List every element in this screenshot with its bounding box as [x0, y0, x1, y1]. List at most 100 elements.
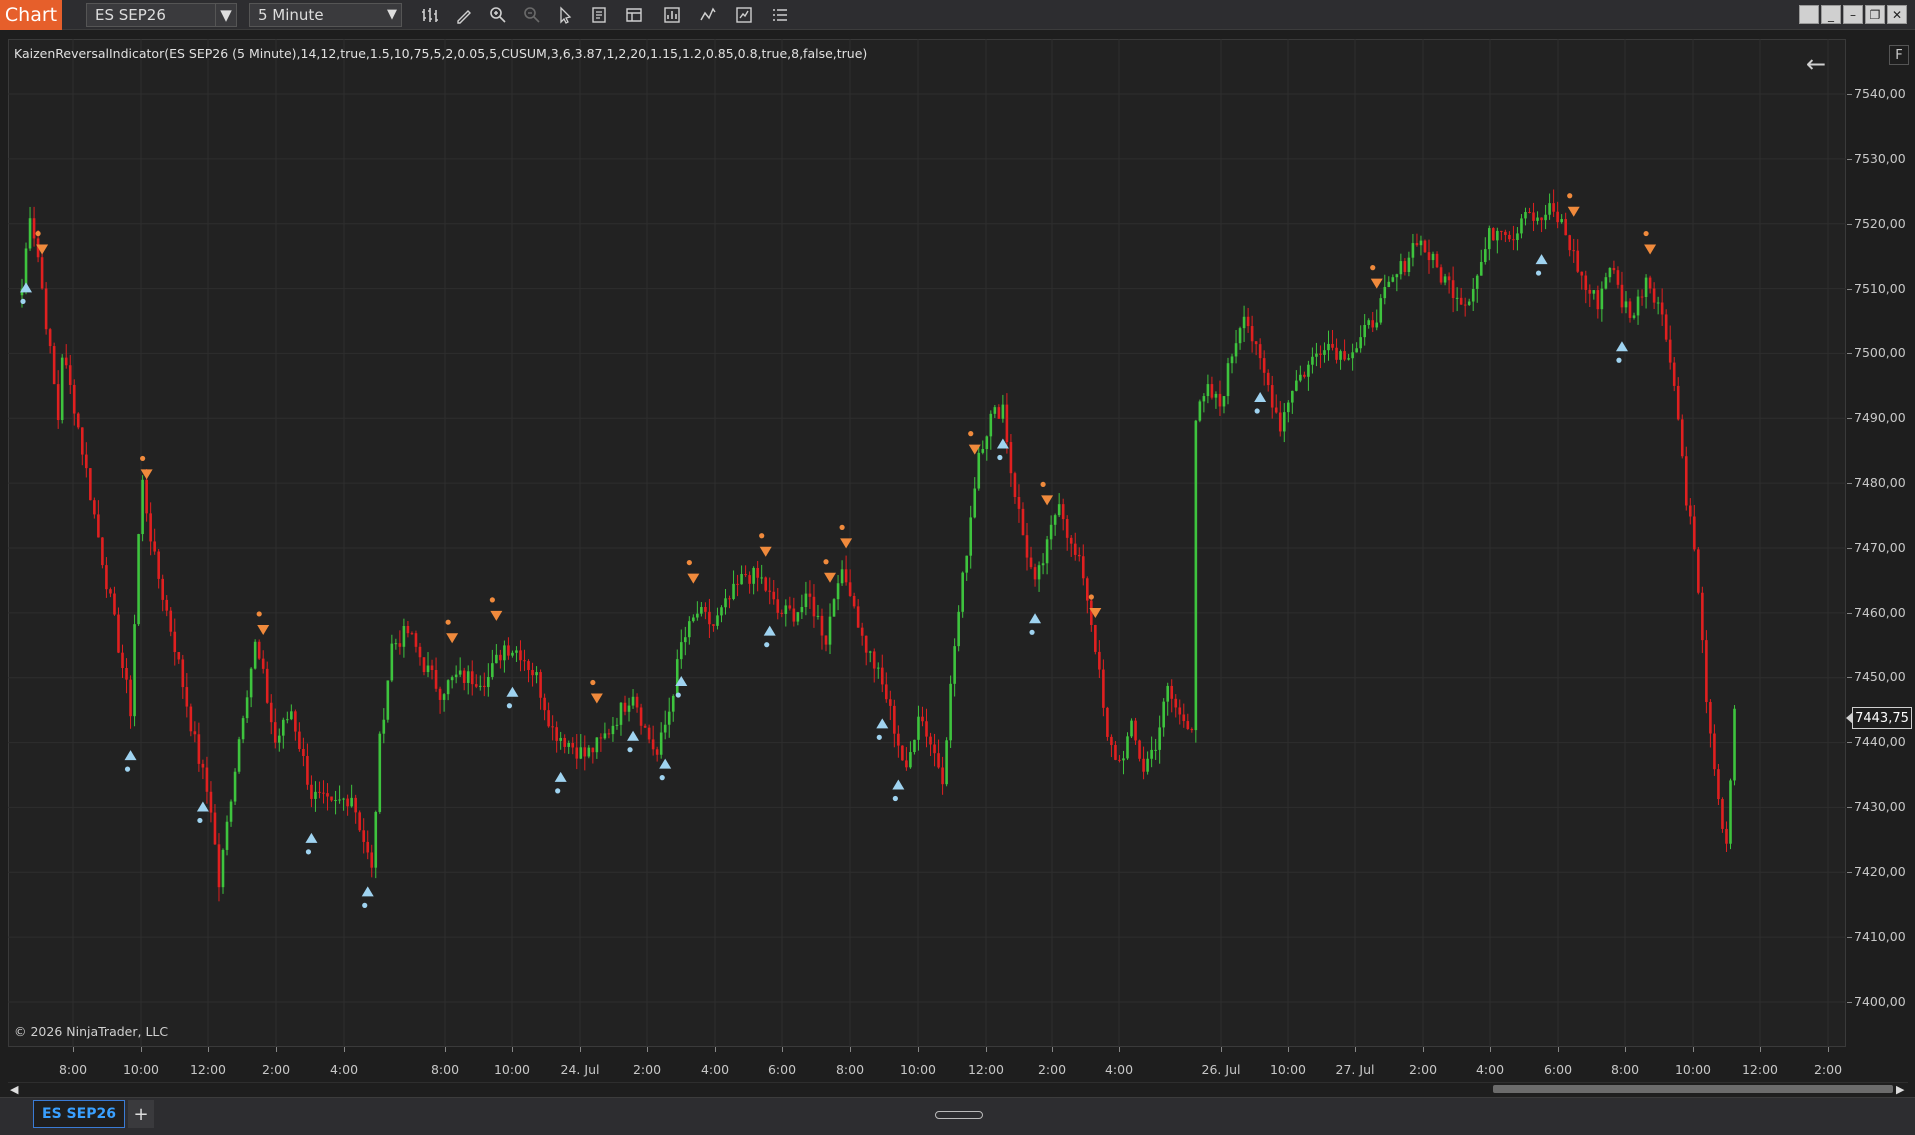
price-tick-mark: [1847, 548, 1852, 549]
time-tick-mark: [918, 1047, 919, 1052]
resize-grip[interactable]: [935, 1111, 983, 1119]
f-button[interactable]: F: [1889, 45, 1909, 65]
candle-body: [201, 763, 205, 768]
price-tick-label: 7540,00: [1854, 86, 1906, 101]
bar-type-icon[interactable]: [419, 4, 441, 26]
candle-body: [864, 635, 868, 653]
candle-body: [1303, 374, 1306, 377]
candle-body: [189, 706, 193, 732]
candle-body: [1391, 277, 1395, 282]
candle-body: [1544, 214, 1547, 221]
candle-body: [563, 737, 566, 747]
restore-button[interactable]: ❐: [1865, 5, 1885, 24]
candle-body: [1315, 353, 1318, 357]
candle-body: [193, 731, 197, 735]
candle-body: [1114, 745, 1117, 760]
scroll-left-icon[interactable]: ◀: [10, 1083, 22, 1096]
time-tick-mark: [580, 1047, 581, 1052]
minimize-button[interactable]: _: [1821, 5, 1841, 24]
layout-button[interactable]: [1799, 5, 1819, 24]
candle-body: [1254, 341, 1258, 345]
candle-body: [1668, 339, 1672, 363]
candle-body: [1182, 714, 1186, 722]
candle-body: [535, 672, 538, 676]
price-tick-label: 7400,00: [1854, 994, 1906, 1009]
candle-body: [692, 617, 695, 622]
scroll-right-icon[interactable]: ▶: [1896, 1083, 1908, 1096]
close-button[interactable]: ✕: [1887, 5, 1907, 24]
candle-body: [671, 695, 675, 712]
tab-es-sep26[interactable]: ES SEP26: [33, 1100, 125, 1128]
time-tick-label: 2:00: [1037, 1062, 1067, 1077]
candle-body: [1592, 290, 1596, 294]
candle-body: [1676, 385, 1680, 420]
candle-body: [651, 739, 655, 750]
zoom-out-icon[interactable]: [521, 4, 543, 26]
candle-body: [1086, 578, 1089, 601]
candle-body: [253, 641, 257, 669]
candle-body: [1291, 390, 1294, 403]
candle-body: [503, 645, 506, 661]
candle-body: [491, 663, 494, 677]
time-tick-mark: [512, 1047, 513, 1052]
price-tick-label: 7530,00: [1854, 151, 1906, 166]
zoom-in-icon[interactable]: [487, 4, 509, 26]
instrument-dropdown-button[interactable]: ▼: [215, 3, 237, 27]
candle-body: [370, 852, 374, 868]
back-arrow-icon[interactable]: ←: [1806, 50, 1826, 78]
pointer-icon[interactable]: [555, 4, 577, 26]
candle-body: [889, 699, 892, 706]
candle-body: [1479, 261, 1483, 276]
price-tick-mark: [1847, 872, 1852, 873]
add-tab-button[interactable]: +: [128, 1100, 154, 1128]
candle-body: [282, 719, 285, 736]
chart-trader-icon[interactable]: [769, 4, 791, 26]
candle-body: [1206, 384, 1210, 397]
sell-signal-dot: [445, 619, 451, 625]
candle-body: [981, 449, 985, 453]
candle-body: [740, 574, 743, 585]
candle-body: [237, 739, 241, 772]
candle-body: [993, 407, 997, 414]
buy-signal-dot: [659, 775, 665, 781]
minimize-window-button[interactable]: –: [1843, 5, 1863, 24]
time-tick-mark: [1119, 1047, 1120, 1052]
strategy-icon[interactable]: [661, 4, 683, 26]
candle-body: [1620, 284, 1624, 308]
candle-body: [1029, 557, 1033, 568]
candle-body: [579, 747, 583, 759]
candle-body: [1407, 257, 1411, 272]
candle-body: [426, 665, 430, 673]
data-box-icon[interactable]: [589, 4, 611, 26]
price-tick-mark: [1847, 807, 1852, 808]
copyright-text: © 2026 NinjaTrader, LLC: [14, 1024, 169, 1039]
candle-body: [1411, 243, 1415, 258]
draw-tool-icon[interactable]: [453, 4, 475, 26]
buy-signal-dot: [764, 642, 770, 648]
candle-body: [105, 565, 108, 590]
candle-body: [1130, 720, 1133, 737]
buy-signal-dot: [20, 298, 26, 304]
price-chart-canvas[interactable]: [8, 39, 1846, 1047]
candle-body: [346, 798, 349, 807]
buy-signal-arrow: [305, 832, 318, 843]
candle-body: [326, 793, 329, 797]
candle-body: [724, 598, 727, 608]
templates-icon[interactable]: [733, 4, 755, 26]
price-tick-label: 7440,00: [1854, 734, 1906, 749]
indicator-icon[interactable]: [697, 4, 719, 26]
candle-body: [1483, 249, 1487, 262]
candle-body: [1379, 298, 1383, 323]
candle-body: [1198, 401, 1202, 421]
candle-body: [418, 646, 422, 658]
properties-icon[interactable]: [623, 4, 645, 26]
interval-selector[interactable]: 5 Minute ▼: [249, 3, 402, 27]
price-tick-label: 7450,00: [1854, 669, 1906, 684]
candle-body: [173, 631, 177, 653]
time-tick-mark: [1490, 1047, 1491, 1052]
scrollbar-thumb[interactable]: [1493, 1085, 1893, 1093]
candle-body: [1697, 549, 1700, 593]
price-tick-label: 7460,00: [1854, 605, 1906, 620]
candle-body: [1222, 396, 1226, 407]
candle-body: [48, 329, 52, 347]
